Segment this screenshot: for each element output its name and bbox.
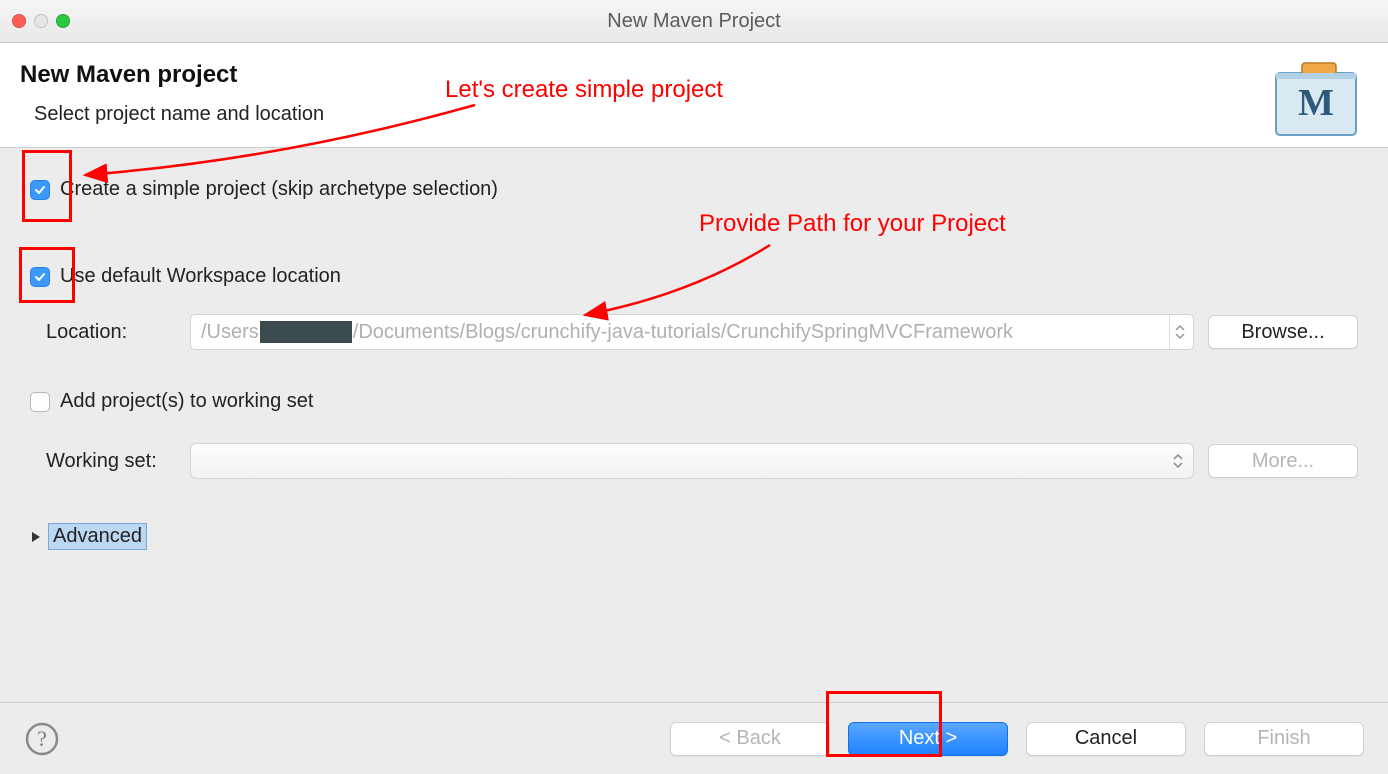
wizard-content: Create a simple project (skip archetype … — [0, 148, 1388, 560]
location-redacted — [260, 321, 352, 343]
window-title: New Maven Project — [0, 10, 1388, 33]
advanced-toggle[interactable]: Advanced — [30, 523, 1358, 550]
location-value-prefix: /Users — [201, 321, 259, 344]
advanced-label: Advanced — [48, 523, 147, 550]
location-combo[interactable]: /Users/Documents/Blogs/crunchify-java-tu… — [190, 314, 1194, 350]
minimize-window-button — [34, 14, 48, 28]
wizard-footer: ? < Back Next > Cancel Finish — [0, 702, 1388, 774]
workingset-label: Working set: — [46, 450, 176, 473]
wizard-subtitle: Select project name and location — [34, 103, 1368, 126]
workingset-combo[interactable] — [190, 443, 1194, 479]
simple-project-checkbox[interactable] — [30, 180, 50, 200]
back-button: < Back — [670, 722, 830, 756]
wizard-title: New Maven project — [20, 61, 1368, 89]
workingset-combo-arrows[interactable] — [1167, 444, 1189, 478]
simple-project-label: Create a simple project (skip archetype … — [60, 178, 498, 201]
more-button: More... — [1208, 444, 1358, 478]
svg-text:?: ? — [37, 726, 47, 751]
finish-button: Finish — [1204, 722, 1364, 756]
add-workingset-row: Add project(s) to working set — [30, 390, 1358, 413]
default-workspace-checkbox[interactable] — [30, 267, 50, 287]
svg-text:M: M — [1298, 82, 1334, 124]
help-button[interactable]: ? — [24, 721, 60, 757]
titlebar: New Maven Project — [0, 0, 1388, 43]
simple-project-row: Create a simple project (skip archetype … — [30, 178, 1358, 201]
close-window-button[interactable] — [12, 14, 26, 28]
browse-button[interactable]: Browse... — [1208, 315, 1358, 349]
maximize-window-button[interactable] — [56, 14, 70, 28]
window-controls — [12, 14, 70, 28]
location-value-suffix: /Documents/Blogs/crunchify-java-tutorial… — [353, 321, 1013, 344]
add-workingset-label: Add project(s) to working set — [60, 390, 313, 413]
location-combo-arrows[interactable] — [1169, 315, 1189, 349]
cancel-button[interactable]: Cancel — [1026, 722, 1186, 756]
footer-buttons: < Back Next > Cancel Finish — [670, 722, 1364, 756]
maven-icon: M — [1272, 59, 1360, 139]
location-row: Location: /Users/Documents/Blogs/crunchi… — [46, 314, 1358, 350]
chevron-right-icon — [30, 530, 42, 544]
next-button[interactable]: Next > — [848, 722, 1008, 756]
wizard-header: New Maven project Select project name an… — [0, 43, 1388, 148]
workingset-row: Working set: More... — [46, 443, 1358, 479]
location-label: Location: — [46, 321, 176, 344]
add-workingset-checkbox[interactable] — [30, 392, 50, 412]
default-workspace-label: Use default Workspace location — [60, 265, 341, 288]
default-workspace-row: Use default Workspace location — [30, 265, 1358, 288]
